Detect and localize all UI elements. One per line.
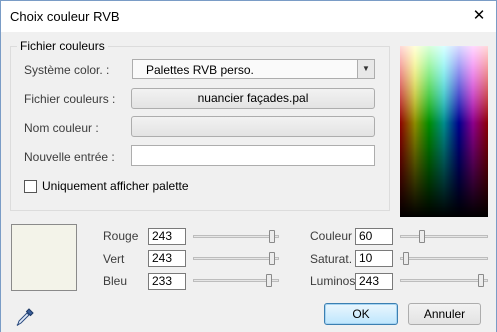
color-spectrum-picker[interactable] [400,46,488,217]
hue-input[interactable]: 60 [355,228,393,245]
color-system-value: Palettes RVB perso. [146,63,254,77]
red-slider-thumb[interactable] [269,230,275,243]
luminosity-slider-thumb[interactable] [478,274,484,287]
luminosity-slider[interactable] [400,274,488,287]
saturation-label: Saturat. [310,252,353,266]
system-label: Système color. : [24,63,110,77]
green-input[interactable]: 243 [148,250,186,267]
green-label: Vert [103,252,125,266]
palette-only-label: Uniquement afficher palette [42,179,189,193]
blue-label: Bleu [103,274,128,288]
hue-slider-thumb[interactable] [419,230,425,243]
saturation-slider-thumb[interactable] [403,252,409,265]
blue-slider-thumb[interactable] [266,274,272,287]
close-button[interactable]: ✕ [468,6,490,26]
hue-slider[interactable] [400,230,488,243]
eyedropper-icon[interactable] [14,306,36,328]
color-file-button[interactable]: nuancier façades.pal [131,88,375,109]
green-slider-thumb[interactable] [269,252,275,265]
hue-slider-track [400,235,488,238]
blue-input[interactable]: 233 [148,273,186,290]
title-bar: Choix couleur RVB ✕ [1,1,496,32]
cancel-button[interactable]: Annuler [408,303,481,325]
dialog-title: Choix couleur RVB [10,9,120,24]
palette-only-checkbox[interactable] [24,180,37,193]
red-slider[interactable] [193,230,279,243]
chevron-down-icon[interactable]: ▼ [357,60,374,78]
green-slider[interactable] [193,252,279,265]
color-preview-swatch [11,224,77,291]
red-slider-track [193,235,279,238]
file-label: Fichier couleurs : [24,92,116,106]
ok-button[interactable]: OK [324,303,398,325]
luminosity-slider-track [400,279,488,282]
saturation-slider-track [400,257,488,260]
red-label: Rouge [103,229,139,243]
green-slider-track [193,257,279,260]
color-dialog: Choix couleur RVB ✕ Fichier couleurs Sys… [0,0,497,332]
red-input[interactable]: 243 [148,228,186,245]
blue-slider[interactable] [193,274,279,287]
luminosity-label: Luminos [310,274,356,288]
new-entry-input[interactable] [131,145,375,166]
hue-label: Couleur [310,229,353,243]
saturation-slider[interactable] [400,252,488,265]
group-title: Fichier couleurs [17,39,108,53]
luminosity-input[interactable]: 243 [355,273,393,290]
color-name-field[interactable] [131,116,375,137]
color-system-select[interactable]: Palettes RVB perso. ▼ [132,59,375,79]
new-entry-label: Nouvelle entrée : [24,150,115,164]
saturation-input[interactable]: 10 [355,250,393,267]
color-name-label: Nom couleur : [24,121,99,135]
